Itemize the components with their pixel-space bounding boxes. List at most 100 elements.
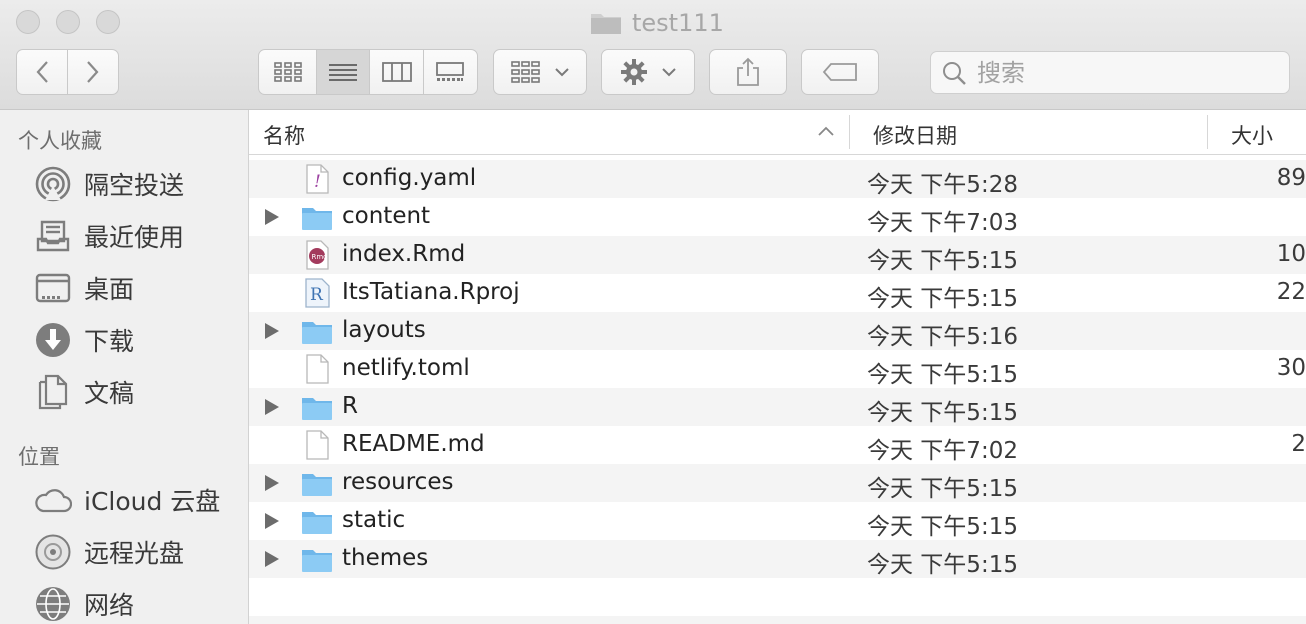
search-field[interactable] [930,51,1290,94]
folder-icon [301,544,333,574]
group-button[interactable] [493,49,587,95]
toolbar: test111 [0,0,1306,110]
disclosure-triangle-icon[interactable] [265,551,279,567]
share-icon [737,57,759,86]
file-row[interactable]: Rmd index.Rmd 今天 下午5:15 10 [249,236,1306,274]
sidebar-item-label: 网络 [84,591,135,620]
file-date: 今天 下午5:15 [867,286,1018,312]
file-row[interactable]: ! config.yaml 今天 下午5:28 89 [249,160,1306,198]
sidebar-item-remote-disc[interactable]: 远程光盘 [34,532,184,572]
file-date: 今天 下午5:16 [867,324,1018,350]
file-date: 今天 下午5:15 [867,514,1018,540]
action-button[interactable] [601,49,695,95]
file-date: 今天 下午5:15 [867,362,1018,388]
file-date: 今天 下午7:03 [867,210,1018,236]
columns-icon [381,62,412,82]
folder-icon [301,468,333,498]
favorites-header: 个人收藏 [18,129,102,153]
disclosure-triangle-icon[interactable] [265,323,279,339]
sidebar-item-icloud[interactable]: iCloud 云盘 [34,480,220,520]
file-date: 今天 下午5:15 [867,400,1018,426]
grid-icon [273,62,302,82]
zoom-window-button[interactable] [96,10,120,34]
minimize-window-button[interactable] [56,10,80,34]
sidebar: 个人收藏 隔空投送 最近使用 桌面 下载 文稿 位置 iCloud 云盘 远程光… [0,110,249,624]
file-name: resources [342,469,454,495]
file-name: README.md [342,431,485,457]
gallery-icon [436,62,465,81]
folder-icon [301,392,333,422]
sidebar-item-airdrop[interactable]: 隔空投送 [34,164,184,204]
file-name: index.Rmd [342,241,466,267]
column-view-button[interactable] [370,50,424,94]
forward-button[interactable] [68,50,118,94]
file-row[interactable]: R 今天 下午5:15 [249,388,1306,426]
disclosure-triangle-icon[interactable] [265,475,279,491]
sidebar-item-label: 远程光盘 [84,539,185,568]
tag-button[interactable] [801,49,879,95]
list-view-button[interactable] [317,50,371,94]
file-date: 今天 下午7:02 [867,438,1018,464]
desktop-icon [34,269,72,307]
column-divider[interactable] [849,115,850,149]
sidebar-item-network[interactable]: 网络 [34,584,134,624]
rproj-file-icon: R [301,278,333,308]
file-date: 今天 下午5:15 [867,248,1018,274]
disclosure-triangle-icon[interactable] [265,513,279,529]
folder-icon [301,506,333,536]
chevron-down-icon [662,68,676,77]
back-button[interactable] [17,50,68,94]
rmd-file-icon: Rmd [301,240,333,270]
sidebar-item-label: 下载 [84,327,135,356]
icon-view-button[interactable] [259,50,318,94]
file-row[interactable]: R ItsTatiana.Rproj 今天 下午5:15 22 [249,274,1306,312]
nav-buttons [16,49,119,95]
gallery-view-button[interactable] [424,50,477,94]
file-row[interactable]: content 今天 下午7:03 [249,198,1306,236]
sidebar-item-recents[interactable]: 最近使用 [34,216,184,256]
column-header-date[interactable]: 修改日期 [873,120,957,150]
file-name: static [342,507,406,533]
file-row[interactable]: resources 今天 下午5:15 [249,464,1306,502]
file-date: 今天 下午5:28 [867,172,1018,198]
file-name: ItsTatiana.Rproj [342,279,520,305]
column-header-size[interactable]: 大小 [1231,120,1273,150]
column-header: 名称 修改日期 大小 [249,110,1306,155]
file-name: layouts [342,317,426,343]
file-date: 今天 下午5:15 [867,552,1018,578]
file-name: netlify.toml [342,355,470,381]
search-icon [943,61,966,85]
icloud-icon [34,481,72,519]
documents-icon [34,373,72,411]
disclosure-triangle-icon[interactable] [265,209,279,225]
network-icon [34,585,72,623]
column-header-name[interactable]: 名称 [263,120,305,150]
sidebar-item-documents[interactable]: 文稿 [34,372,134,412]
chevron-right-icon [87,61,99,83]
sidebar-item-downloads[interactable]: 下载 [34,320,134,360]
column-divider[interactable] [1207,115,1208,149]
file-row[interactable]: netlify.toml 今天 下午5:15 30 [249,350,1306,388]
sidebar-item-label: 隔空投送 [84,171,185,200]
sidebar-item-label: iCloud 云盘 [84,487,221,516]
file-name: config.yaml [342,165,477,191]
sidebar-item-desktop[interactable]: 桌面 [34,268,134,308]
disclosure-triangle-icon[interactable] [265,399,279,415]
locations-header: 位置 [18,445,60,469]
yaml-file-icon: ! [301,164,333,194]
search-input[interactable] [975,57,1279,88]
share-button[interactable] [709,49,787,95]
folder-icon [301,316,333,346]
airdrop-icon [34,165,72,203]
chevron-down-icon [555,68,569,77]
file-row[interactable]: themes 今天 下午5:15 [249,540,1306,578]
list-icon [329,64,358,81]
svg-text:Rmd: Rmd [312,253,328,261]
empty-row [249,616,1306,624]
close-window-button[interactable] [16,10,40,34]
file-row[interactable]: layouts 今天 下午5:16 [249,312,1306,350]
file-row[interactable]: README.md 今天 下午7:02 2 [249,426,1306,464]
tag-icon [822,63,857,81]
file-row[interactable]: static 今天 下午5:15 [249,502,1306,540]
folder-icon [591,14,621,34]
